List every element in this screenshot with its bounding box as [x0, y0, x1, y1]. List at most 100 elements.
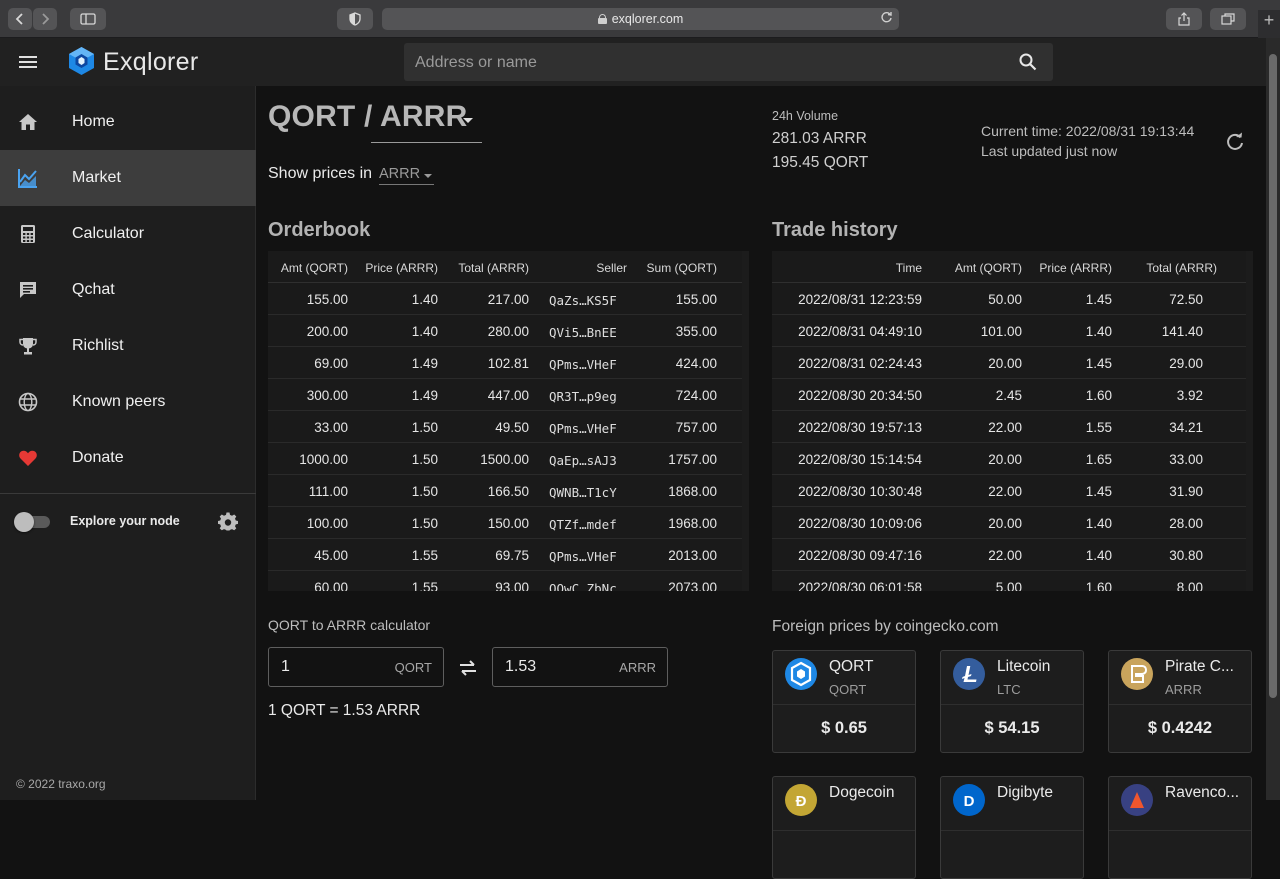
address-bar[interactable]: exqlorer.com — [382, 8, 899, 30]
coin-price-card[interactable]: QORT QORT $ 0.65 — [772, 650, 916, 753]
col-seller[interactable]: Seller — [596, 261, 627, 275]
page-scrollbar[interactable] — [1266, 38, 1280, 800]
table-row[interactable]: 1000.00 1.50 1500.00 QaEp…sAJ3 1757.00 — [268, 443, 749, 475]
tabs-icon — [1221, 13, 1235, 25]
cell-sum: 424.00 — [675, 356, 717, 371]
sidebar-item-richlist[interactable]: Richlist — [0, 318, 256, 374]
cell-sum: 2073.00 — [668, 580, 717, 591]
search-input[interactable]: Address or name — [404, 43, 1053, 81]
show-prices-select[interactable]: ARRR — [379, 166, 435, 185]
arrr-amount-input[interactable]: 1.53 ARRR — [492, 647, 668, 687]
col-price-arrr[interactable]: Price (ARRR) — [365, 261, 438, 275]
col-total-arrr[interactable]: Total (ARRR) — [1146, 261, 1217, 275]
refresh-icon[interactable] — [1225, 132, 1245, 152]
cell-total: 217.00 — [487, 292, 529, 307]
sidebar-item-qchat[interactable]: Qchat — [0, 262, 256, 318]
sidebar-item-label: Market — [72, 169, 121, 186]
orderbook-scrollbar[interactable] — [742, 251, 749, 591]
new-tab-button[interactable]: + — [1258, 10, 1280, 38]
share-button[interactable] — [1166, 8, 1202, 30]
table-row[interactable]: 33.00 1.50 49.50 QPms…VHeF 757.00 — [268, 411, 749, 443]
cell-time: 2022/08/31 12:23:59 — [798, 292, 922, 307]
table-row[interactable]: 2022/08/30 19:57:13 22.00 1.55 34.21 — [772, 411, 1253, 443]
table-row[interactable]: 2022/08/30 09:47:16 22.00 1.40 30.80 — [772, 539, 1253, 571]
table-row[interactable]: 2022/08/31 02:24:43 20.00 1.45 29.00 — [772, 347, 1253, 379]
coin-price-card[interactable]: Ð Dogecoin — [772, 776, 916, 879]
cell-amt: 300.00 — [306, 388, 348, 403]
sidebar-item-home[interactable]: Home — [0, 94, 256, 150]
coin-price-card[interactable]: Litecoin LTC $ 54.15 — [940, 650, 1084, 753]
reload-icon[interactable] — [880, 11, 893, 24]
gear-icon[interactable] — [218, 512, 238, 532]
trade-history-scrollbar[interactable] — [1246, 251, 1253, 591]
cell-amt: 100.00 — [306, 516, 348, 531]
coin-price-card[interactable]: Pirate C... ARRR $ 0.4242 — [1108, 650, 1252, 753]
menu-icon[interactable] — [19, 56, 37, 68]
col-amt-qort[interactable]: Amt (QORT) — [281, 261, 348, 275]
table-row[interactable]: 2022/08/30 20:34:50 2.45 1.60 3.92 — [772, 379, 1253, 411]
piratec-coin-icon — [1121, 658, 1153, 690]
table-row[interactable]: 2022/08/31 04:49:10 101.00 1.40 141.40 — [772, 315, 1253, 347]
cell-time: 2022/08/30 10:09:06 — [798, 516, 922, 531]
sidebar-item-calculator[interactable]: Calculator — [0, 206, 256, 262]
cell-total: 29.00 — [1169, 356, 1203, 371]
exqlorer-logo-icon — [69, 47, 94, 75]
cell-seller: QPms…VHeF — [549, 421, 617, 436]
col-amt-qort[interactable]: Amt (QORT) — [955, 261, 1022, 275]
sidebar-toggle-button[interactable] — [70, 8, 106, 30]
swap-icon[interactable] — [458, 658, 478, 678]
cell-price: 1.50 — [411, 516, 438, 531]
coin-price-card[interactable]: D Digibyte — [940, 776, 1084, 879]
brand-name[interactable]: Exqlorer — [103, 48, 199, 77]
forward-button[interactable] — [33, 8, 57, 30]
caret-down-icon[interactable] — [463, 118, 473, 123]
heart-icon — [19, 450, 37, 466]
toggle-knob[interactable] — [14, 512, 34, 532]
table-row[interactable]: 300.00 1.49 447.00 QR3T…p9eg 724.00 — [268, 379, 749, 411]
cell-amt: 20.00 — [988, 356, 1022, 371]
coin-name: Ravenco... — [1165, 784, 1240, 801]
col-sum-qort[interactable]: Sum (QORT) — [647, 261, 717, 275]
table-row[interactable]: 111.00 1.50 166.50 QWNB…T1cY 1868.00 — [268, 475, 749, 507]
privacy-shield-button[interactable] — [337, 8, 373, 30]
table-row[interactable]: 2022/08/30 06:01:58 5.00 1.60 8.00 — [772, 571, 1253, 591]
page-scrollbar-thumb[interactable] — [1269, 54, 1277, 698]
sidebar-item-known-peers[interactable]: Known peers — [0, 374, 256, 430]
cell-total: 33.00 — [1169, 452, 1203, 467]
cell-price: 1.55 — [411, 548, 438, 563]
globe-icon — [18, 392, 38, 412]
pair-selector[interactable]: QORT / ARRR — [268, 100, 467, 134]
cell-seller: QTZf…mdef — [549, 517, 617, 532]
cell-time: 2022/08/30 19:57:13 — [798, 420, 922, 435]
card-divider — [941, 704, 1083, 705]
arrr-amount-value: 1.53 — [505, 658, 537, 675]
table-row[interactable]: 45.00 1.55 69.75 QPms…VHeF 2013.00 — [268, 539, 749, 571]
explore-node-toggle[interactable] — [14, 512, 50, 532]
table-row[interactable]: 69.00 1.49 102.81 QPms…VHeF 424.00 — [268, 347, 749, 379]
orderbook-table[interactable]: Amt (QORT) Price (ARRR) Total (ARRR) Sel… — [268, 251, 749, 591]
col-price-arrr[interactable]: Price (ARRR) — [1039, 261, 1112, 275]
col-time[interactable]: Time — [896, 261, 922, 275]
trade-history-table[interactable]: Time Amt (QORT) Price (ARRR) Total (ARRR… — [772, 251, 1253, 591]
table-row[interactable]: 2022/08/30 10:09:06 20.00 1.40 28.00 — [772, 507, 1253, 539]
back-button[interactable] — [8, 8, 32, 30]
cell-price: 1.55 — [411, 580, 438, 591]
tabs-overview-button[interactable] — [1210, 8, 1246, 30]
table-row[interactable]: 2022/08/30 10:30:48 22.00 1.45 31.90 — [772, 475, 1253, 507]
table-row[interactable]: 100.00 1.50 150.00 QTZf…mdef 1968.00 — [268, 507, 749, 539]
table-row[interactable]: 60.00 1.55 93.00 QQwC…ZbNc 2073.00 — [268, 571, 749, 591]
qort-amount-input[interactable]: 1 QORT — [268, 647, 444, 687]
cell-amt: 20.00 — [988, 516, 1022, 531]
search-icon[interactable] — [1019, 53, 1037, 71]
sidebar-item-market[interactable]: Market — [0, 150, 256, 206]
sidebar-item-donate[interactable]: Donate — [0, 430, 256, 486]
coin-price-card[interactable]: Ravenco... — [1108, 776, 1252, 879]
table-row[interactable]: 155.00 1.40 217.00 QaZs…KS5F 155.00 — [268, 283, 749, 315]
cell-price: 1.50 — [411, 420, 438, 435]
cell-amt: 2.45 — [995, 388, 1022, 403]
table-row[interactable]: 200.00 1.40 280.00 QVi5…BnEE 355.00 — [268, 315, 749, 347]
table-row[interactable]: 2022/08/30 15:14:54 20.00 1.65 33.00 — [772, 443, 1253, 475]
coin-symbol: ARRR — [1165, 682, 1202, 697]
table-row[interactable]: 2022/08/31 12:23:59 50.00 1.45 72.50 — [772, 283, 1253, 315]
col-total-arrr[interactable]: Total (ARRR) — [458, 261, 529, 275]
